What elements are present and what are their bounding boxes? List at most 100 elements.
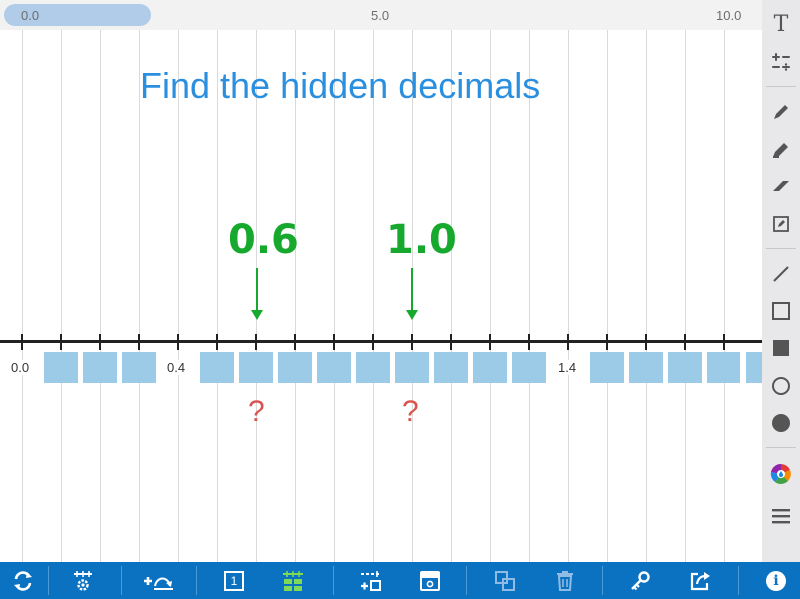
grid-line (607, 30, 608, 562)
hide-icon (420, 570, 440, 591)
arrow-shaft[interactable] (411, 268, 413, 312)
single-number-button[interactable]: 1 (214, 562, 254, 599)
duplicate-button[interactable] (485, 562, 525, 599)
grid-line (568, 30, 569, 562)
page-title[interactable]: Find the hidden decimals (140, 64, 540, 108)
tick-mark (294, 334, 296, 350)
hide-button[interactable] (410, 562, 450, 599)
hidden-value-cover[interactable] (395, 352, 429, 383)
toolbar-divider (466, 566, 467, 595)
settings-icon (74, 570, 92, 591)
add-mark-icon (361, 570, 381, 591)
scale-bar: 0.0 5.0 10.0 (0, 0, 762, 30)
question-mark[interactable]: ? (402, 395, 419, 429)
hidden-value-cover[interactable] (629, 352, 663, 383)
delete-button[interactable] (545, 562, 585, 599)
tick-mark (99, 334, 101, 350)
arrow-shaft[interactable] (256, 268, 258, 312)
tick-mark (606, 334, 608, 350)
tick-mark (645, 334, 647, 350)
rectangle-filled-tool[interactable] (762, 332, 800, 364)
hidden-value-cover[interactable] (746, 352, 762, 383)
grid-line (61, 30, 62, 562)
right-toolbar: T (762, 0, 800, 562)
grid-line (490, 30, 491, 562)
hidden-value-cover[interactable] (44, 352, 78, 383)
toolbar-divider (196, 566, 197, 595)
trash-icon (557, 570, 573, 591)
share-button[interactable] (680, 562, 720, 599)
toolbar-divider (766, 248, 796, 249)
grid-line (529, 30, 530, 562)
hidden-value-cover[interactable] (707, 352, 740, 383)
eraser-tool[interactable] (762, 170, 800, 202)
toolbar-divider (602, 566, 603, 595)
handwritten-answer[interactable]: 1.0 (386, 218, 457, 262)
hidden-value-cover[interactable] (122, 352, 156, 383)
tick-mark (567, 334, 569, 350)
toolbar-divider (333, 566, 334, 595)
hidden-value-cover[interactable] (512, 352, 546, 383)
question-mark[interactable]: ? (248, 395, 265, 429)
operations-icon (772, 53, 790, 71)
rectangle-outline-icon (772, 302, 790, 320)
info-icon: i (766, 570, 786, 591)
duplicate-icon (495, 570, 515, 591)
text-tool[interactable]: T (762, 8, 800, 40)
grid-line (217, 30, 218, 562)
hidden-value-cover[interactable] (83, 352, 117, 383)
hidden-value-cover[interactable] (473, 352, 507, 383)
single-number-icon: 1 (224, 570, 244, 591)
grid-line (451, 30, 452, 562)
menu-icon (772, 509, 790, 524)
pen-tool[interactable] (762, 96, 800, 128)
grid-line (685, 30, 686, 562)
hidden-value-cover[interactable] (668, 352, 702, 383)
scale-mid-label: 5.0 (371, 8, 390, 23)
note-tool[interactable] (762, 208, 800, 240)
arrow-down-icon (251, 310, 263, 320)
grid-line (373, 30, 374, 562)
tick-mark (255, 334, 257, 350)
line-tool[interactable] (762, 258, 800, 290)
highlighter-tool[interactable] (762, 133, 800, 165)
operations-tool[interactable] (762, 46, 800, 78)
toolbar-divider (738, 566, 739, 595)
reset-button[interactable] (3, 562, 43, 599)
circle-outline-tool[interactable] (762, 370, 800, 402)
grid-line (646, 30, 647, 562)
grid-line (178, 30, 179, 562)
hidden-value-cover[interactable] (200, 352, 234, 383)
rectangle-outline-tool[interactable] (762, 295, 800, 327)
tick-mark (450, 334, 452, 350)
grid-line (724, 30, 725, 562)
tick-mark (489, 334, 491, 350)
number-line (0, 340, 762, 343)
info-button[interactable]: i (756, 562, 796, 599)
key-button[interactable] (620, 562, 660, 599)
hidden-value-cover[interactable] (317, 352, 351, 383)
settings-button[interactable] (63, 562, 103, 599)
eraser-icon (773, 181, 789, 191)
add-mark-button[interactable] (351, 562, 391, 599)
tick-mark (723, 334, 725, 350)
toolbar-divider (48, 566, 49, 595)
grid-marks-icon (283, 570, 303, 591)
grid-line (295, 30, 296, 562)
add-jump-button[interactable] (138, 562, 178, 599)
hidden-value-cover[interactable] (356, 352, 390, 383)
handwritten-answer[interactable]: 0.6 (228, 218, 299, 262)
hidden-value-cover[interactable] (239, 352, 273, 383)
circle-filled-tool[interactable] (762, 407, 800, 439)
hidden-value-cover[interactable] (278, 352, 312, 383)
key-icon (631, 570, 650, 590)
toolbar-divider (766, 86, 796, 87)
toolbar-divider (766, 447, 796, 448)
grid-marks-button[interactable] (273, 562, 313, 599)
menu-button[interactable] (762, 500, 800, 532)
color-picker-tool[interactable] (762, 458, 800, 490)
grid-line (100, 30, 101, 562)
hidden-value-cover[interactable] (590, 352, 624, 383)
hidden-value-cover[interactable] (434, 352, 468, 383)
grid-line (22, 30, 23, 562)
